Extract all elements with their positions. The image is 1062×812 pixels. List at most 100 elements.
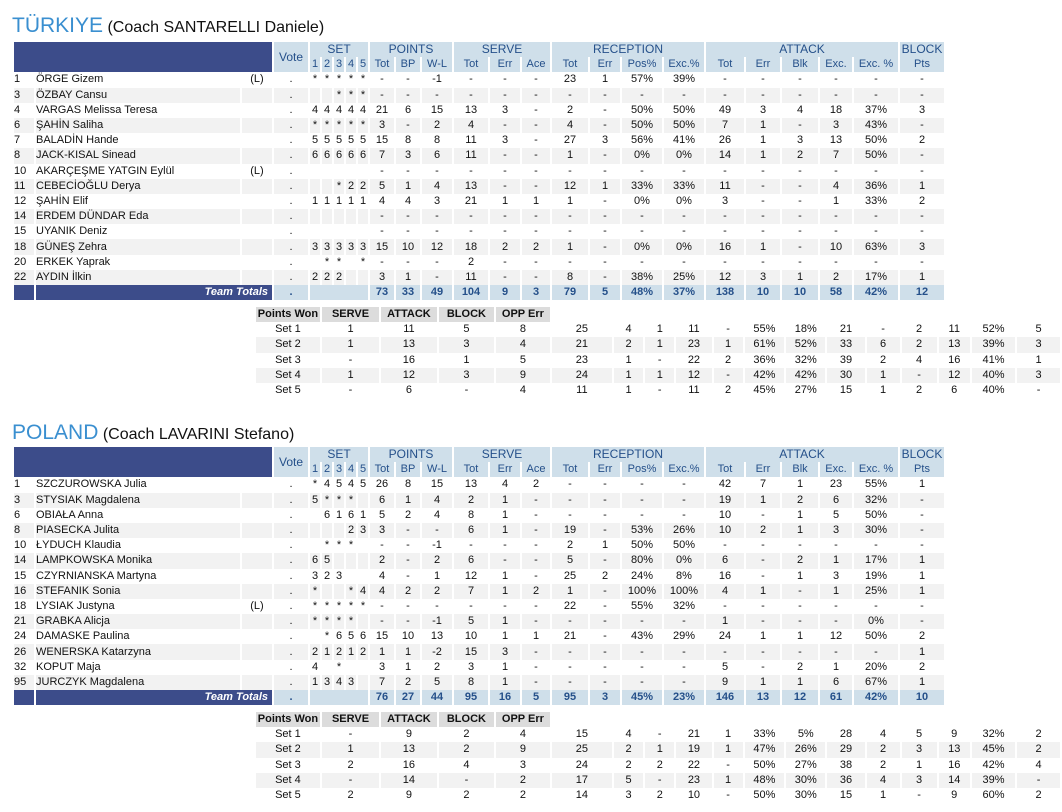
reception-value: - — [622, 614, 662, 630]
points-won-value: 11 — [381, 322, 437, 338]
player-row: 32 KOPUT Maja. 4 * 3 1 2 3 1- - - - -5-2 1 20% 2 — [14, 659, 944, 675]
reception-value: - — [552, 644, 588, 660]
attack-value: - — [854, 644, 898, 660]
points-won-value: 9 — [381, 727, 437, 743]
libero-marker — [242, 209, 272, 225]
reception-value: - — [590, 117, 620, 134]
set-played — [334, 522, 344, 539]
set-played: 3 — [334, 239, 344, 255]
reception-value: - — [622, 209, 662, 225]
totals-attack: 10 — [746, 285, 780, 301]
attack-value: 18 — [820, 102, 852, 118]
points-won-value: 9 — [496, 367, 550, 383]
set-serve-value: 3 — [614, 787, 644, 804]
player-name: CZYRNIANSKA Martyna — [36, 568, 240, 584]
team-stats-table: Vote SET POINTS SERVE RECEPTION ATTACK BLOCK 1 2… — [12, 42, 946, 301]
set-reception-value: 50% — [744, 787, 785, 804]
attack-value: - — [746, 209, 780, 225]
reception-header: RECEPTION — [552, 42, 704, 58]
set-played — [346, 553, 356, 569]
set-col-header: 3 — [334, 57, 344, 73]
attack-value: 10 — [820, 239, 852, 255]
serve-value: 1 — [490, 522, 520, 539]
libero-marker — [242, 659, 272, 675]
serve-value: 13 — [454, 477, 488, 493]
totals-reception: 37% — [664, 285, 704, 301]
points-value: - — [396, 568, 420, 584]
player-number: 26 — [14, 644, 34, 660]
attack-value: 16 — [706, 568, 744, 584]
attack-value: 63% — [854, 239, 898, 255]
attack-value: - — [746, 193, 780, 210]
serve-value: 21 — [454, 193, 488, 210]
player-row: 18 GÜNEŞ Zehra. 3 3 3 3 3 15 10 12 18 2 2 1-0% 0% 16 1-1… — [14, 239, 944, 255]
block-value: - — [900, 117, 944, 134]
player-name: BALADİN Hande — [36, 133, 240, 149]
libero-marker — [242, 87, 272, 103]
set-summary-row: Set 2 1 13 3 4 21 2 1 23 1 61% 52% 33 6 2 13 39% 3 — [256, 337, 1060, 353]
set-serve-value: 25 — [551, 742, 612, 758]
points-value: - — [396, 117, 420, 134]
reception-value: - — [590, 477, 620, 493]
set-serve-value: 25 — [551, 322, 612, 338]
totals-set-blank — [310, 690, 368, 706]
set-played: 5 — [346, 133, 356, 149]
reception-value: - — [590, 644, 620, 660]
reception-value: - — [552, 507, 588, 523]
set-reception-value: 36% — [744, 352, 785, 368]
attack-value: 1 — [820, 553, 852, 569]
set-played: 2 — [322, 568, 332, 584]
player-name: AYDIN İlkin — [36, 269, 240, 285]
set-played: 6 — [346, 507, 356, 523]
totals-attack: 42% — [854, 690, 898, 706]
points-value: - — [370, 209, 394, 225]
set-col-header: 4 — [346, 57, 356, 73]
set-summary-row: Set 1-9 2 4 15 4-21 1 33% 5% 28 4 5 9 32% 2 — [256, 727, 1060, 743]
attack-value: 12 — [706, 269, 744, 285]
set-block-value: 4 — [1017, 757, 1060, 773]
attack-value: 1 — [746, 133, 780, 149]
player-name: GRABKA Alicja — [36, 614, 240, 630]
set-played — [346, 269, 356, 285]
set-reception-value: 22 — [676, 757, 712, 773]
serve-col-header: Tot — [454, 57, 488, 73]
points-value: 2 — [422, 659, 452, 675]
attack-value: 1 — [782, 522, 818, 539]
set-played: * — [334, 117, 344, 134]
reception-value: - — [664, 614, 704, 630]
points-value: -1 — [422, 614, 452, 630]
points-won-value: - — [321, 727, 380, 743]
reception-value: - — [552, 163, 588, 179]
set-attack-value: 14 — [938, 772, 970, 788]
attack-value: 17% — [854, 553, 898, 569]
reception-value: 53% — [622, 522, 662, 539]
points-value: - — [422, 87, 452, 103]
set-attack-value: 1 — [901, 757, 937, 773]
serve-col-header: Err — [490, 462, 520, 478]
points-value: - — [422, 209, 452, 225]
attack-value: 50% — [854, 148, 898, 164]
set-played: 6 — [322, 148, 332, 164]
points-value: 3 — [396, 148, 420, 164]
set-played — [310, 209, 320, 225]
points-won-value: 13 — [381, 337, 437, 353]
player-row: 18 LYSIAK Justyna (L). * * * * * - - - - - -22-55% 32%… — [14, 598, 944, 615]
reception-value: 33% — [622, 178, 662, 194]
points-value: - — [396, 553, 420, 569]
serve-value: 1 — [490, 629, 520, 645]
set-summary-row: Set 4-14-2 17 5-23 1 48% 30% 36 4 3 14 39% - — [256, 772, 1060, 788]
attack-value: 26 — [706, 133, 744, 149]
player-row: 22 AYDIN İlkin. 2 2 2 3 1-11- -8-38% 25% 12 3 1 2 17%… — [14, 269, 944, 285]
points-value: 3 — [422, 193, 452, 210]
set-played — [310, 163, 320, 179]
set-serve-value: 2 — [614, 757, 644, 773]
block-value: 1 — [900, 178, 944, 194]
points-won-table: Points Won SERVE ATTACK BLOCK OPP Err Set 1-9… — [254, 712, 1062, 804]
coach-name: (Coach LAVARINI Stefano) — [102, 426, 295, 443]
points-col-header: W-L — [422, 57, 452, 73]
serve-value: 1 — [490, 492, 520, 508]
reception-col-header: Err — [590, 57, 620, 73]
points-won-value: 8 — [496, 322, 550, 338]
serve-value: 11 — [454, 148, 488, 164]
set-played: * — [322, 629, 332, 645]
